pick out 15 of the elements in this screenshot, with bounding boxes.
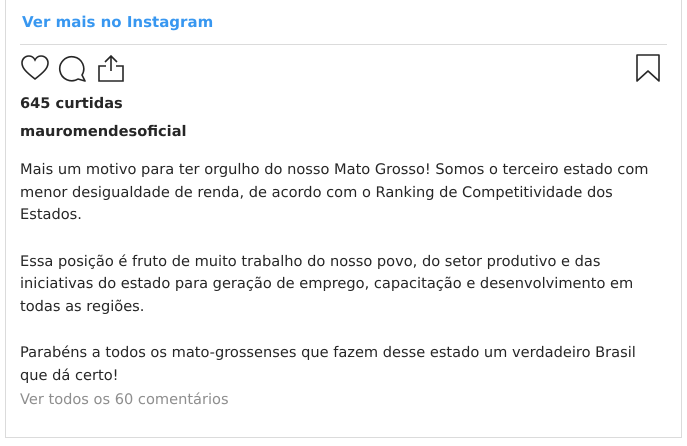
caption-paragraph: Essa posição é fruto de muito trabalho do nosso povo, do setor produtivo e das iniciativas do estado para geração de emprego, capacitação e desenvolvimento em todas as regiões. xyxy=(20,252,634,316)
caption-paragraph: Parabéns a todos os mato-grossenses que fazem desse estado um verdadeiro Brasil que dá certo! xyxy=(20,343,637,386)
heart-icon xyxy=(20,53,50,83)
share-icon xyxy=(96,53,126,83)
share-button[interactable] xyxy=(96,53,126,83)
view-comments-link[interactable]: Ver todos os 60 comentários xyxy=(20,391,229,408)
bookmark-icon xyxy=(633,53,663,83)
username-link[interactable]: mauromendesoficial xyxy=(20,123,187,140)
comment-button[interactable] xyxy=(58,53,88,83)
like-button[interactable] xyxy=(20,53,50,83)
caption-paragraph: Mais um motivo para ter orgulho do nosso Mato Grosso! Somos o terceiro estado com menor desigualdade de renda, de acordo com o Ranking de Competitividade dos Estados. xyxy=(20,160,650,225)
save-button[interactable] xyxy=(633,53,663,83)
speech-bubble-icon xyxy=(58,53,88,83)
likes-count: 645 curtidas xyxy=(20,95,123,112)
view-more-link[interactable]: Ver mais no Instagram xyxy=(22,10,214,34)
